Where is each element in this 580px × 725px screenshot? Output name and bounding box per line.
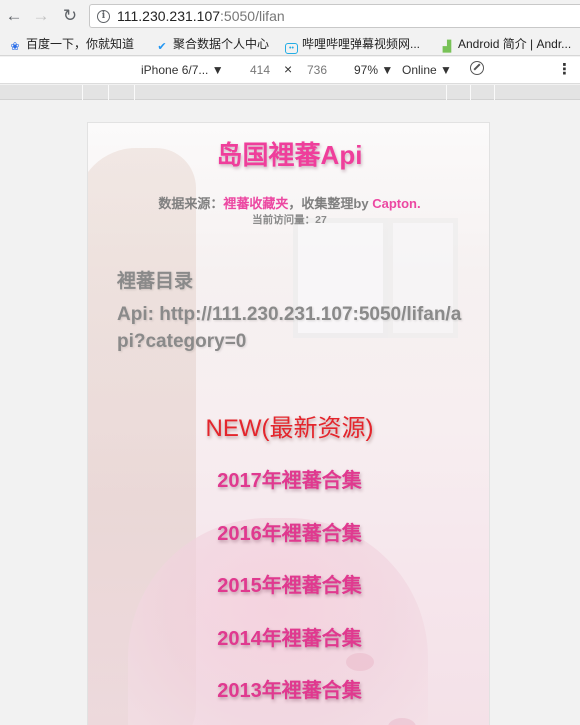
year-link-2015[interactable]: 2015年裡蕃合集 <box>88 569 489 622</box>
width-input[interactable]: 414 <box>250 63 270 77</box>
bookmark-juhe[interactable]: ✔ 聚合数据个人中心 <box>155 35 269 53</box>
url-path: :5050/lifan <box>220 8 285 24</box>
device-viewport: 岛国裡蕃Api 数据来源：裡蕃收藏夹，收集整理by Capton. 当前访问量：… <box>87 122 490 725</box>
media-query-ruler[interactable] <box>0 85 580 100</box>
device-select[interactable]: iPhone 6/7... ▼ <box>141 63 224 77</box>
forward-arrow-icon[interactable]: → <box>31 6 51 26</box>
source-label: 数据来源： <box>158 196 224 211</box>
paw-icon: ❀ <box>10 41 20 53</box>
source-line: 数据来源：裡蕃收藏夹，收集整理by Capton. <box>88 193 489 212</box>
zoom-select[interactable]: 97% ▼ <box>354 63 393 77</box>
bookmark-label: 百度一下，你就知道 <box>26 37 135 51</box>
more-options-icon[interactable]: ⋮ <box>557 60 572 78</box>
bookmark-label: 哔哩哔哩弹幕视频网... <box>302 37 421 51</box>
author-link[interactable]: Capton. <box>372 196 420 211</box>
page-title: 岛国裡蕃Api <box>216 140 363 170</box>
height-input[interactable]: 736 <box>307 63 327 77</box>
source-middle: ，收集整理by <box>288 196 369 211</box>
year-link-2016[interactable]: 2016年裡蕃合集 <box>88 517 489 570</box>
url-host: 111.230.231.107 <box>117 8 221 24</box>
network-select[interactable]: Online ▼ <box>402 63 452 77</box>
page-content: 岛国裡蕃Api 数据来源：裡蕃收藏夹，收集整理by Capton. 当前访问量：… <box>88 123 489 725</box>
bookmark-bilibili[interactable]: •• 哔哩哔哩弹幕视频网... <box>285 35 421 54</box>
tv-icon: •• <box>285 43 298 54</box>
bookmark-label: Android 简介 | Andr... <box>458 37 572 51</box>
reload-icon[interactable]: ↻ <box>60 6 80 26</box>
android-icon: ▟ <box>442 41 452 53</box>
year-link-2013[interactable]: 2013年裡蕃合集 <box>88 674 489 725</box>
api-url-text: Api: http://111.230.231.107:5050/lifan/a… <box>117 304 462 352</box>
directory-heading: 裡蕃目录 <box>117 271 194 292</box>
back-arrow-icon[interactable]: ← <box>4 6 24 26</box>
bookmark-android[interactable]: ▟ Android 简介 | Andr... <box>440 35 571 53</box>
source-link[interactable]: 裡蕃收藏夹 <box>223 196 288 211</box>
visit-counter: 当前访问量：27 <box>252 214 327 226</box>
year-link-2014[interactable]: 2014年裡蕃合集 <box>88 622 489 675</box>
rotate-icon[interactable] <box>470 61 484 75</box>
address-bar[interactable]: i 111.230.231.107:5050/lifan <box>89 4 580 28</box>
info-icon[interactable]: i <box>97 10 110 23</box>
new-resources-link[interactable]: NEW(最新资源) <box>88 408 489 443</box>
year-link-2017[interactable]: 2017年裡蕃合集 <box>88 464 489 517</box>
bookmark-label: 聚合数据个人中心 <box>173 37 270 51</box>
dimension-separator: × <box>284 61 293 77</box>
browser-toolbar: ← → ↻ i 111.230.231.107:5050/lifan <box>0 0 580 32</box>
bookmarks-bar: ❀ 百度一下，你就知道 ✔ 聚合数据个人中心 •• 哔哩哔哩弹幕视频网... ▟ And… <box>0 32 580 56</box>
device-toolbar: iPhone 6/7... ▼ 414 × 736 97% ▼ Online ▼… <box>0 57 580 84</box>
check-icon: ✔ <box>157 41 167 53</box>
url-text[interactable]: 111.230.231.107:5050/lifan <box>117 8 285 24</box>
year-collection-list: 2017年裡蕃合集 2016年裡蕃合集 2015年裡蕃合集 2014年裡蕃合集 … <box>88 464 489 725</box>
bookmark-baidu[interactable]: ❀ 百度一下，你就知道 <box>8 35 134 53</box>
